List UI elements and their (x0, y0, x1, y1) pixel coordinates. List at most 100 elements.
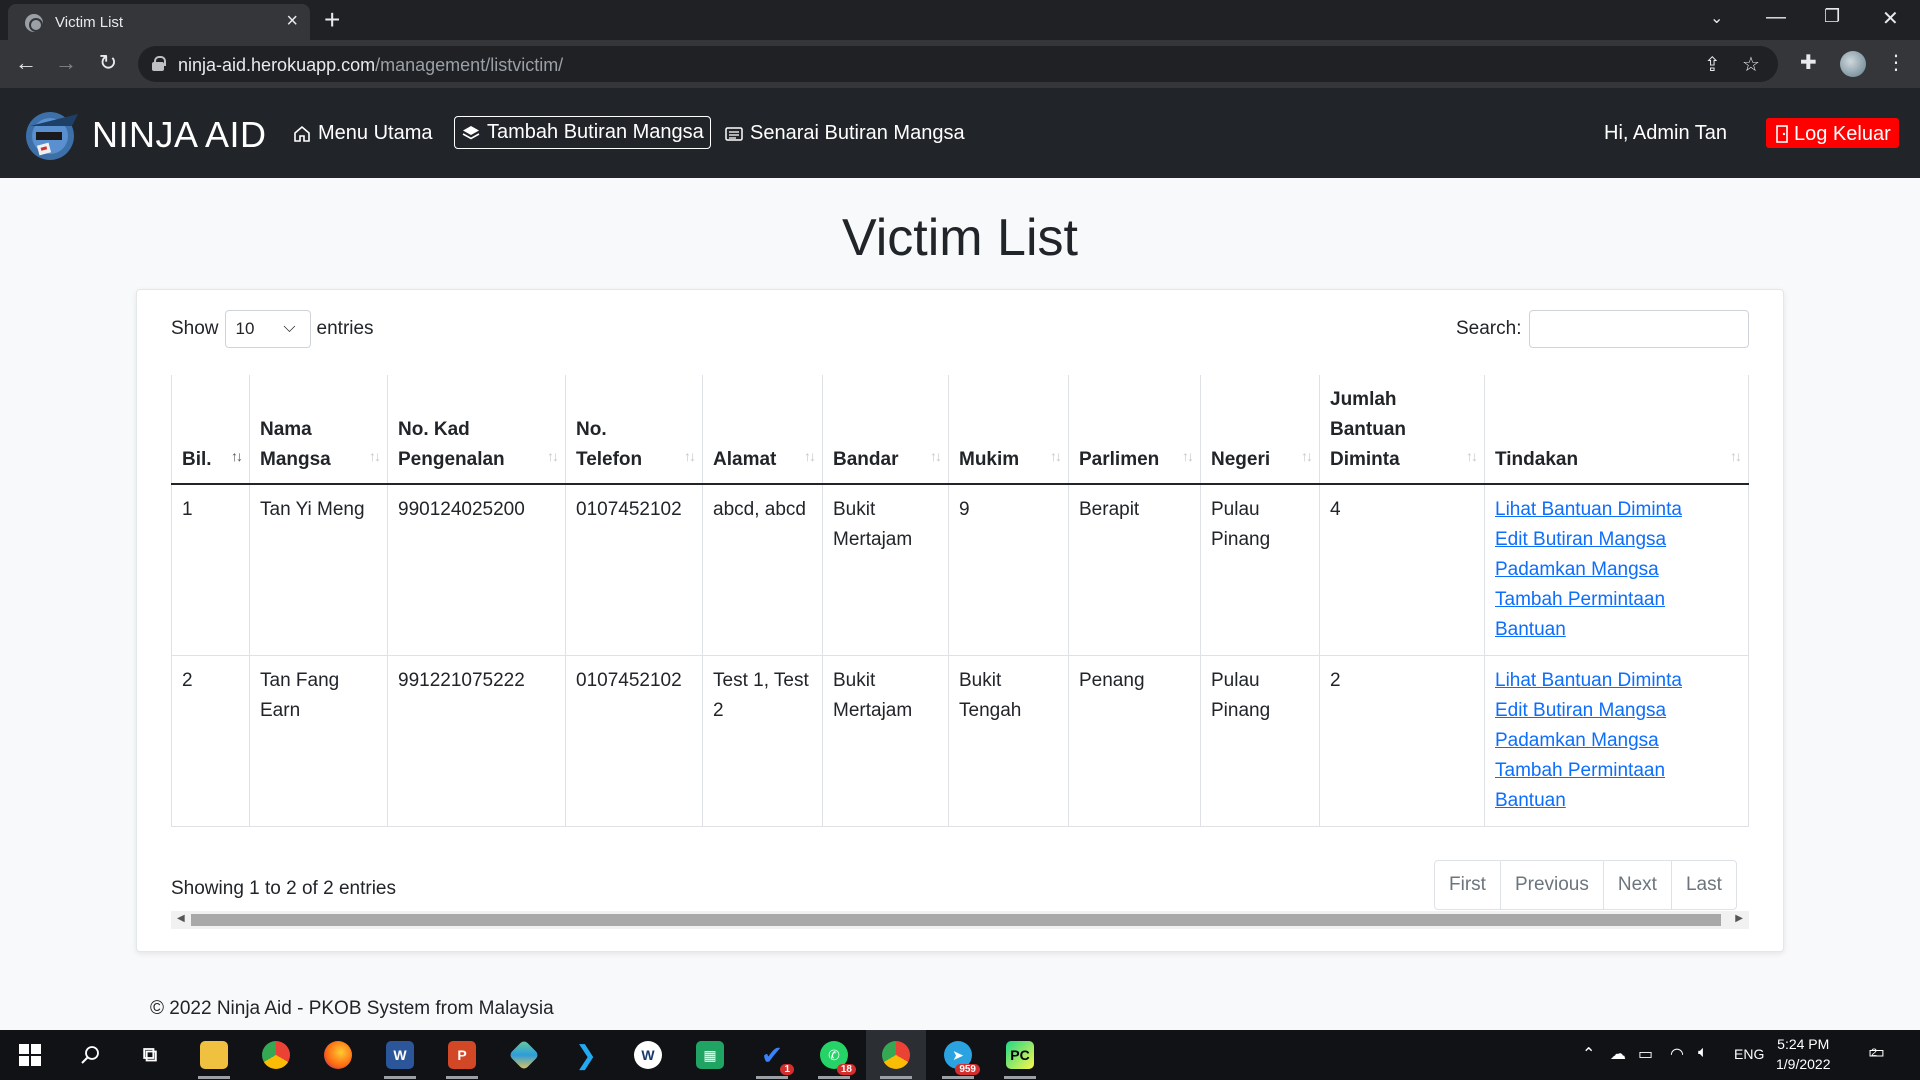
scroll-right-icon[interactable]: ▶ (1735, 913, 1743, 924)
edit-butiran-link[interactable]: Edit Butiran Mangsa (1495, 525, 1738, 555)
browser-tab[interactable]: Victim List × (8, 4, 310, 40)
sort-icon: ↑↓ (1182, 448, 1194, 464)
taskbar-vscode[interactable]: ❯ (556, 1030, 616, 1080)
column-header-no-telefon[interactable]: No. Telefon ↑↓ (565, 375, 703, 485)
taskbar-firefox[interactable] (308, 1030, 368, 1080)
telegram-icon: ➤ 959 (944, 1041, 980, 1075)
search-input[interactable] (1529, 310, 1750, 348)
battery-icon[interactable]: ▭ (1638, 1044, 1653, 1064)
tray-chevron-up-icon[interactable]: ⌃ (1582, 1044, 1595, 1064)
taskbar-app-w[interactable]: W (618, 1030, 678, 1080)
start-button[interactable] (0, 1030, 60, 1080)
tab-search-icon[interactable]: ⌄ (1710, 8, 1723, 28)
column-header-nama-mangsa[interactable]: Nama Mangsa ↑↓ (249, 375, 388, 485)
cell-bandar: Bukit Mertajam (822, 484, 949, 656)
edit-butiran-link[interactable]: Edit Butiran Mangsa (1495, 696, 1738, 726)
forward-icon[interactable]: → (52, 50, 80, 76)
nav-link-label: Tambah Butiran Mangsa (487, 121, 704, 143)
cell-jumlah: 2 (1319, 655, 1485, 827)
logout-button[interactable]: Log Keluar (1766, 118, 1899, 148)
taskbar-powerpoint[interactable]: P (432, 1030, 492, 1080)
back-icon[interactable]: ← (12, 50, 40, 76)
pagination-previous-button[interactable]: Previous (1499, 861, 1603, 909)
menu-kebab-icon[interactable]: ⋮ (1886, 50, 1906, 75)
column-header-no-kad-pengenalan[interactable]: No. Kad Pengenalan ↑↓ (387, 375, 566, 485)
tambah-permintaan-link[interactable]: Tambah Permintaan Bantuan (1495, 585, 1738, 645)
chrome-profile-icon (882, 1041, 910, 1069)
entries-select[interactable]: 10 ⌵ (224, 310, 311, 348)
whatsapp-badge: 18 (836, 1064, 856, 1075)
taskbar-whatsapp[interactable]: ✆ 18 (804, 1030, 864, 1080)
cell-tindakan: Lihat Bantuan Diminta Edit Butiran Mangs… (1484, 484, 1749, 656)
share-icon[interactable]: ⇪ (1704, 52, 1721, 77)
taskbar-todo[interactable]: ✔ 1 (742, 1030, 802, 1080)
taskbar-chrome-active[interactable] (866, 1030, 926, 1080)
cell-telefon: 0107452102 (565, 484, 703, 656)
taskbar-app-cube[interactable] (494, 1030, 554, 1080)
horizontal-scrollbar[interactable]: ◀ ▶ (171, 911, 1749, 929)
lihat-bantuan-link[interactable]: Lihat Bantuan Diminta (1495, 495, 1738, 525)
wifi-icon[interactable]: ◠ (1670, 1044, 1684, 1064)
pycharm-icon: PC (1006, 1041, 1034, 1069)
table-info: Showing 1 to 2 of 2 entries (171, 878, 396, 899)
bookmark-star-icon[interactable]: ☆ (1742, 52, 1760, 77)
nav-link-menu-utama[interactable]: Menu Utama (292, 122, 433, 145)
extensions-icon[interactable]: ✚ (1800, 50, 1817, 75)
profile-avatar[interactable] (1840, 51, 1866, 77)
cell-ic: 991221075222 (387, 655, 566, 827)
close-window-icon[interactable]: ✕ (1882, 6, 1899, 31)
new-tab-icon[interactable]: + (324, 4, 340, 36)
column-header-jumlah-bantuan-diminta[interactable]: Jumlah Bantuan Diminta ↑↓ (1319, 375, 1485, 485)
scrollbar-thumb[interactable] (191, 914, 1721, 926)
column-header-bandar[interactable]: Bandar ↑↓ (822, 375, 949, 485)
address-bar[interactable]: ninja-aid.herokuapp.com/management/listv… (138, 46, 1778, 82)
cell-nama: Tan Fang Earn (249, 655, 388, 827)
system-clock[interactable]: 5:24 PM 1/9/2022 (1776, 1034, 1831, 1074)
language-indicator[interactable]: ENG (1734, 1046, 1764, 1062)
column-header-mukim[interactable]: Mukim ↑↓ (948, 375, 1069, 485)
restore-icon[interactable]: ❐ (1824, 6, 1840, 27)
speaker-icon[interactable]: 🔈︎ (1698, 1044, 1708, 1062)
show-label: Show (171, 318, 219, 339)
reload-icon[interactable]: ↻ (94, 50, 122, 76)
taskbar-word[interactable]: W (370, 1030, 430, 1080)
column-header-tindakan[interactable]: Tindakan ↑↓ (1484, 375, 1749, 485)
pagination-next-button[interactable]: Next (1602, 861, 1671, 909)
ninja-logo-icon[interactable] (22, 104, 82, 162)
scroll-left-icon[interactable]: ◀ (177, 913, 185, 924)
onedrive-cloud-icon[interactable]: ☁ (1610, 1044, 1626, 1064)
tab-title: Victim List (55, 14, 124, 31)
padamkan-mangsa-link[interactable]: Padamkan Mangsa (1495, 555, 1738, 585)
column-header-alamat[interactable]: Alamat ↑↓ (702, 375, 823, 485)
sort-icon: ↑↓ (684, 448, 696, 464)
brand-title[interactable]: NINJA AID (92, 114, 267, 156)
pagination-last-button[interactable]: Last (1670, 861, 1736, 909)
lihat-bantuan-link[interactable]: Lihat Bantuan Diminta (1495, 666, 1738, 696)
door-icon (1776, 125, 1788, 143)
sort-icon: ↑↓ (1301, 448, 1313, 464)
search-taskbar-button[interactable] (60, 1030, 120, 1080)
taskbar-pycharm[interactable]: PC (990, 1030, 1050, 1080)
cell-parlimen: Penang (1068, 655, 1201, 827)
task-view-button[interactable]: ⧉ (120, 1030, 180, 1080)
column-header-parlimen[interactable]: Parlimen ↑↓ (1068, 375, 1201, 485)
taskbar-chrome[interactable] (246, 1030, 306, 1080)
nav-link-tambah-butiran-mangsa[interactable]: Tambah Butiran Mangsa (454, 116, 711, 149)
padamkan-mangsa-link[interactable]: Padamkan Mangsa (1495, 726, 1738, 756)
column-header-bil[interactable]: Bil. ↑↓ (171, 375, 250, 485)
cell-bandar: Bukit Mertajam (822, 655, 949, 827)
minimize-icon[interactable]: — (1766, 6, 1786, 29)
close-tab-icon[interactable]: × (286, 10, 298, 33)
pagination-first-button[interactable]: First (1435, 861, 1500, 909)
browser-toolbar: ← → ↻ ninja-aid.herokuapp.com/management… (0, 40, 1920, 88)
nav-link-senarai-butiran-mangsa[interactable]: Senarai Butiran Mangsa (724, 122, 965, 145)
column-header-negeri[interactable]: Negeri ↑↓ (1200, 375, 1320, 485)
tambah-permintaan-link[interactable]: Tambah Permintaan Bantuan (1495, 756, 1738, 816)
sort-icon: ↑↓ (1466, 448, 1478, 464)
taskbar-telegram[interactable]: ➤ 959 (928, 1030, 988, 1080)
notification-center-icon[interactable]: ▭2 (1868, 1042, 1891, 1063)
cell-nama: Tan Yi Meng (249, 484, 388, 656)
taskbar-file-explorer[interactable] (184, 1030, 244, 1080)
cell-negeri: Pulau Pinang (1200, 484, 1320, 656)
taskbar-sheets[interactable]: ▦ (680, 1030, 740, 1080)
